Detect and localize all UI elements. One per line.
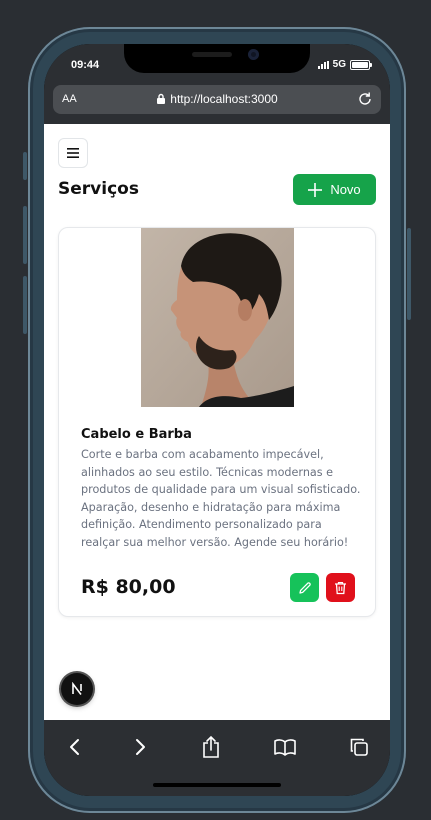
speaker [192, 52, 232, 57]
url-text: http://localhost:3000 [170, 92, 278, 106]
new-service-button[interactable]: Novo [293, 174, 376, 205]
page-title: Serviços [58, 179, 139, 199]
edit-button[interactable] [290, 573, 319, 602]
browser-chrome: 09:44 5G AA http://localhost:3000 [44, 44, 390, 124]
browser-toolbar [44, 720, 390, 796]
menu-button[interactable] [58, 138, 88, 168]
volume-up-button [23, 206, 27, 264]
forward-icon[interactable] [128, 734, 154, 760]
home-indicator [153, 783, 281, 787]
pencil-icon [298, 581, 311, 594]
status-indicators: 5G [317, 59, 372, 70]
trash-icon [335, 581, 346, 594]
reload-icon[interactable] [357, 91, 373, 111]
plus-icon [308, 182, 323, 197]
status-time: 09:44 [71, 59, 100, 71]
delete-button[interactable] [326, 573, 355, 602]
mute-switch [23, 152, 27, 180]
power-button [407, 228, 411, 320]
notch [124, 44, 310, 73]
bookmarks-icon[interactable] [272, 734, 298, 760]
hamburger-icon [67, 148, 79, 158]
service-image [141, 228, 294, 407]
network-label: 5G [332, 59, 346, 70]
lock-icon [156, 93, 166, 107]
service-card: Cabelo e Barba Corte e barba com acabame… [58, 227, 376, 617]
front-camera [248, 49, 259, 60]
volume-down-button [23, 276, 27, 334]
signal-icon [317, 60, 329, 69]
back-icon[interactable] [61, 734, 87, 760]
page-content: Serviços Novo Cabelo e Barba Corte e bar… [44, 124, 390, 720]
new-button-label: Novo [330, 182, 361, 197]
service-description: Corte e barba com acabamento impecável, … [81, 448, 361, 549]
url-display[interactable]: http://localhost:3000 [53, 92, 381, 107]
share-icon[interactable] [198, 734, 224, 760]
address-bar[interactable]: AA http://localhost:3000 [53, 85, 381, 114]
phone-screen: 09:44 5G AA http://localhost:3000 Serviç… [44, 44, 390, 796]
service-name: Cabelo e Barba [81, 427, 192, 442]
nextjs-logo-icon [72, 682, 82, 695]
battery-icon [350, 59, 372, 70]
service-price: R$ 80,00 [81, 576, 176, 598]
tabs-icon[interactable] [346, 734, 372, 760]
nextjs-dev-badge[interactable] [61, 673, 93, 705]
